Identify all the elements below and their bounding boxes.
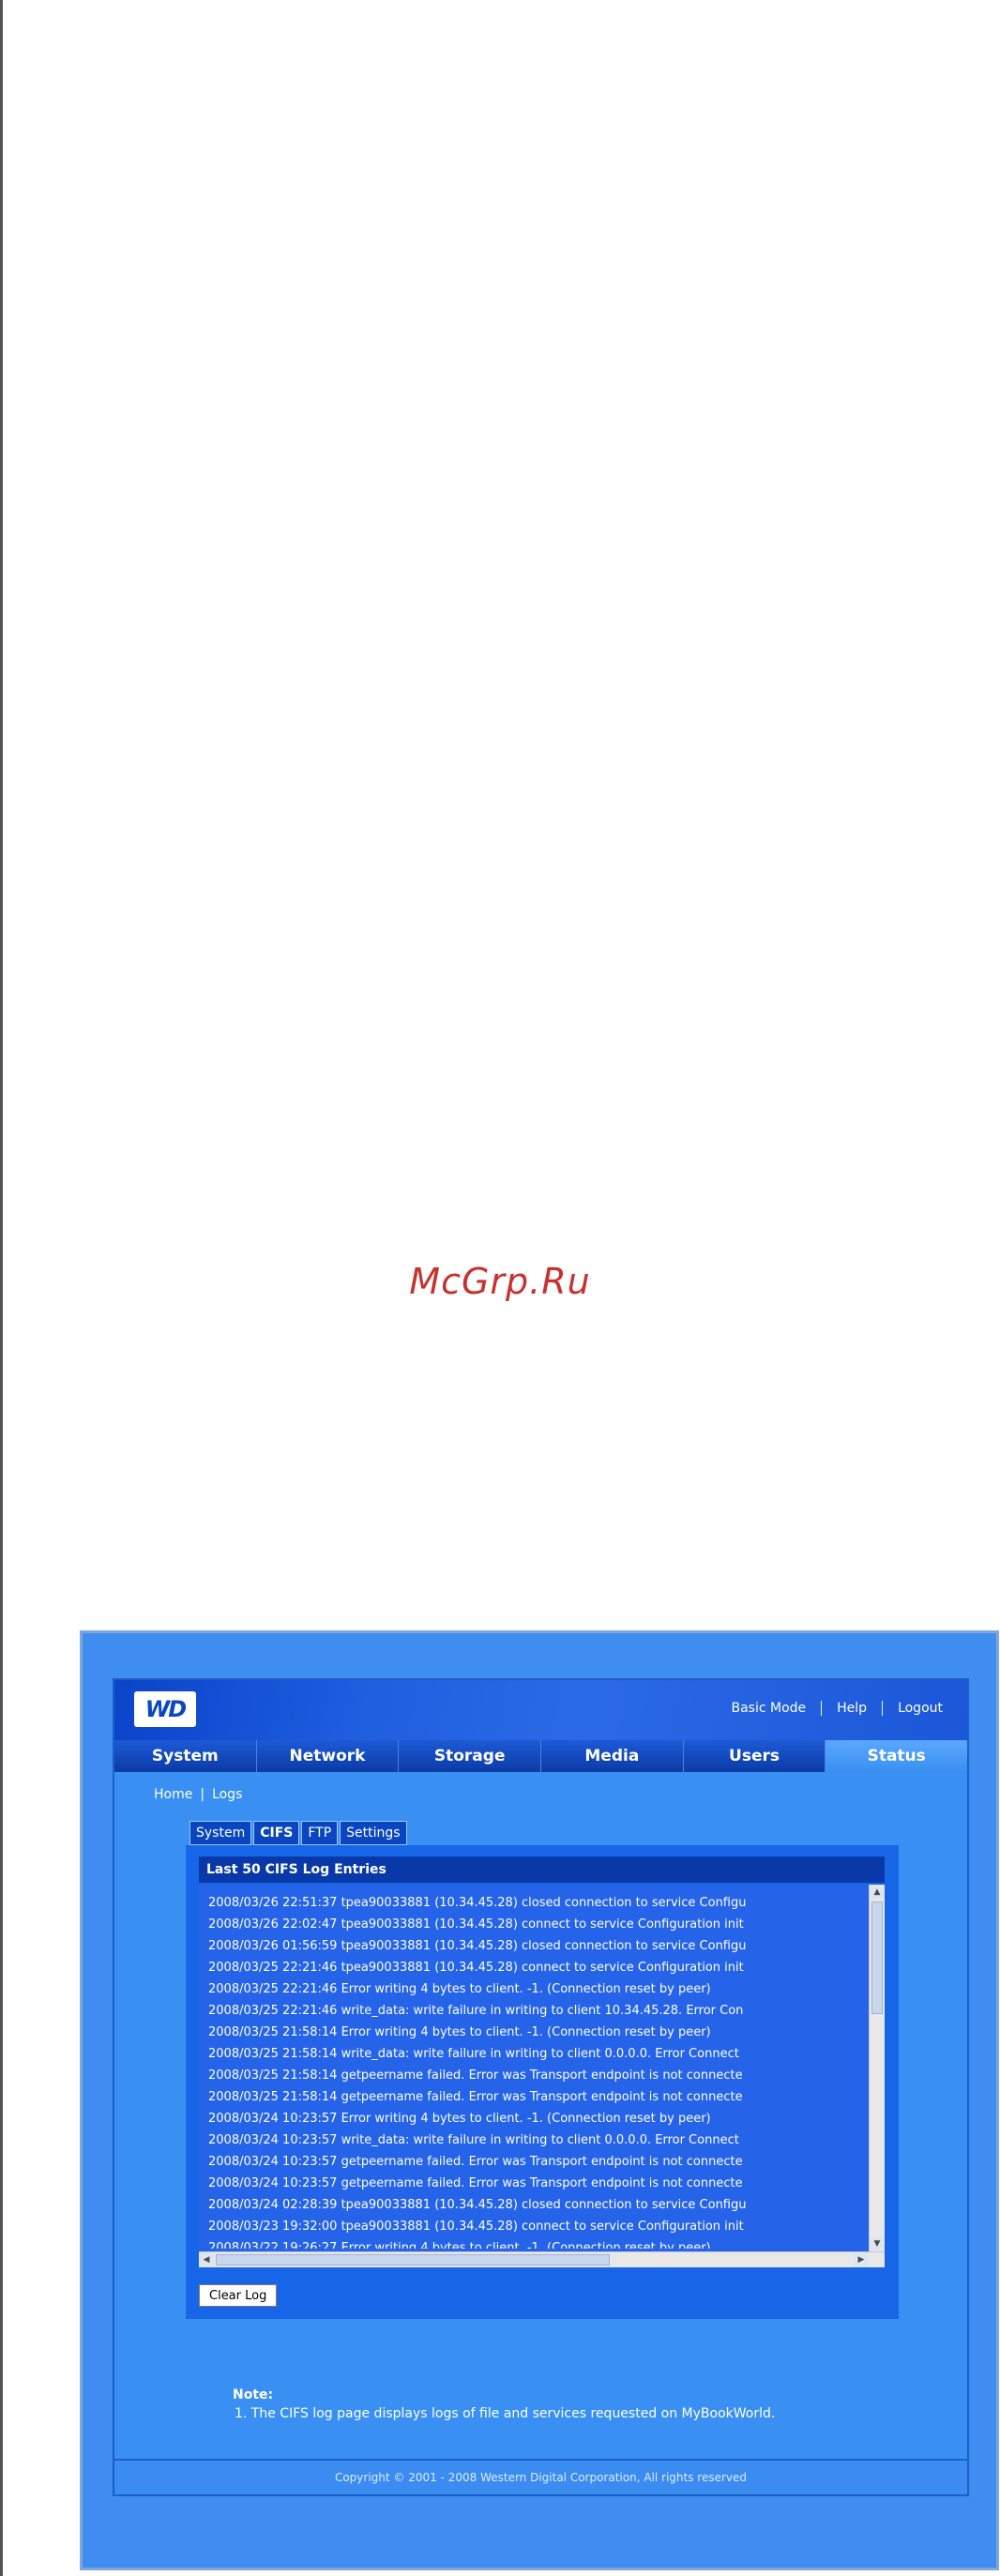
top-links: Basic Mode Help Logout: [731, 1701, 943, 1716]
log-entry: 2008/03/26 22:51:37 tpea90033881 (10.34.…: [208, 1896, 747, 1910]
log-entry: 2008/03/24 10:23:57 Error writing 4 byte…: [208, 2112, 711, 2126]
log-panel: Last 50 CIFS Log Entries 2008/03/26 22:5…: [186, 1845, 899, 2319]
breadcrumb-home[interactable]: Home: [154, 1787, 192, 1802]
log-list: 2008/03/26 22:51:37 tpea90033881 (10.34.…: [208, 1892, 856, 2249]
subtab-settings[interactable]: Settings: [340, 1821, 407, 1845]
subtab-cifs[interactable]: CIFS: [253, 1821, 300, 1845]
basic-mode-link[interactable]: Basic Mode: [731, 1701, 806, 1716]
log-entry: 2008/03/24 10:23:57 getpeername failed. …: [208, 2176, 743, 2190]
watermark: McGrp.Ru: [409, 1261, 591, 1302]
log-entry: 2008/03/25 22:21:46 write_data: write fa…: [208, 2004, 744, 2018]
nav-tab-status[interactable]: Status: [826, 1740, 968, 1772]
breadcrumb-separator: |: [200, 1787, 205, 1802]
arrow-up-icon[interactable]: ▲: [870, 1885, 885, 1900]
log-entry: 2008/03/25 21:58:14 write_data: write fa…: [208, 2047, 739, 2061]
arrow-down-icon[interactable]: ▼: [870, 2236, 885, 2251]
subtab-ftp[interactable]: FTP: [301, 1821, 339, 1845]
footer-copyright: Copyright © 2001 - 2008 Western Digital …: [114, 2459, 967, 2494]
log-entry: 2008/03/25 21:58:14 getpeername failed. …: [208, 2068, 743, 2083]
help-link[interactable]: Help: [837, 1701, 867, 1716]
screenshot-frame: WD Basic Mode Help Logout System Network…: [80, 1630, 999, 2570]
nav-tab-media[interactable]: Media: [541, 1740, 684, 1772]
logo-text: WD: [144, 1696, 187, 1722]
log-entry: 2008/03/24 02:28:39 tpea90033881 (10.34.…: [208, 2198, 747, 2212]
nav-tab-storage[interactable]: Storage: [399, 1740, 542, 1772]
log-entry: 2008/03/25 21:58:14 getpeername failed. …: [208, 2090, 743, 2104]
vertical-scrollbar[interactable]: ▲ ▼: [869, 1885, 885, 2251]
log-subtabs: System CIFS FTP Settings: [189, 1821, 409, 1845]
log-entry: 2008/03/25 22:21:46 Error writing 4 byte…: [208, 1982, 711, 1996]
header-banner: WD Basic Mode Help Logout: [114, 1680, 967, 1740]
note-item: 1. The CIFS log page displays logs of fi…: [235, 2406, 776, 2421]
nav-tab-system[interactable]: System: [114, 1740, 257, 1772]
log-entry: 2008/03/26 22:02:47 tpea90033881 (10.34.…: [208, 1917, 744, 1932]
log-list-box[interactable]: 2008/03/26 22:51:37 tpea90033881 (10.34.…: [199, 1885, 885, 2267]
logout-link[interactable]: Logout: [898, 1701, 943, 1716]
log-entry: 2008/03/22 19:26:27 Error writing 4 byte…: [208, 2241, 711, 2249]
clear-log-button[interactable]: Clear Log: [199, 2284, 278, 2307]
log-entry: 2008/03/25 22:21:46 tpea90033881 (10.34.…: [208, 1961, 744, 1975]
vertical-scroll-thumb[interactable]: [871, 1902, 883, 2014]
wd-logo: WD: [134, 1691, 196, 1727]
divider: [821, 1701, 823, 1716]
log-entry: 2008/03/23 19:32:00 tpea90033881 (10.34.…: [208, 2220, 744, 2234]
log-entry: 2008/03/24 10:23:57 write_data: write fa…: [208, 2133, 739, 2147]
arrow-left-icon[interactable]: ◀: [199, 2252, 214, 2267]
breadcrumb: Home | Logs: [154, 1787, 242, 1802]
note-section: Note: 1. The CIFS log page displays logs…: [233, 2387, 775, 2421]
nav-tab-users[interactable]: Users: [683, 1740, 826, 1772]
horizontal-scrollbar[interactable]: ◀ ▶: [199, 2251, 885, 2267]
log-entry: 2008/03/24 10:23:57 getpeername failed. …: [208, 2155, 743, 2169]
horizontal-scroll-thumb[interactable]: [216, 2254, 610, 2265]
log-entry: 2008/03/26 01:56:59 tpea90033881 (10.34.…: [208, 1939, 747, 1953]
breadcrumb-current: Logs: [212, 1787, 243, 1802]
subtab-system[interactable]: System: [189, 1821, 252, 1845]
log-entry: 2008/03/25 21:58:14 Error writing 4 byte…: [208, 2025, 711, 2039]
note-title: Note:: [233, 2387, 274, 2402]
arrow-right-icon[interactable]: ▶: [854, 2252, 869, 2267]
panel-title: Last 50 CIFS Log Entries: [199, 1856, 885, 1883]
divider: [882, 1701, 884, 1716]
app-window: WD Basic Mode Help Logout System Network…: [113, 1678, 969, 2496]
main-nav: System Network Storage Media Users Statu…: [114, 1740, 968, 1772]
nav-tab-network[interactable]: Network: [256, 1740, 400, 1772]
